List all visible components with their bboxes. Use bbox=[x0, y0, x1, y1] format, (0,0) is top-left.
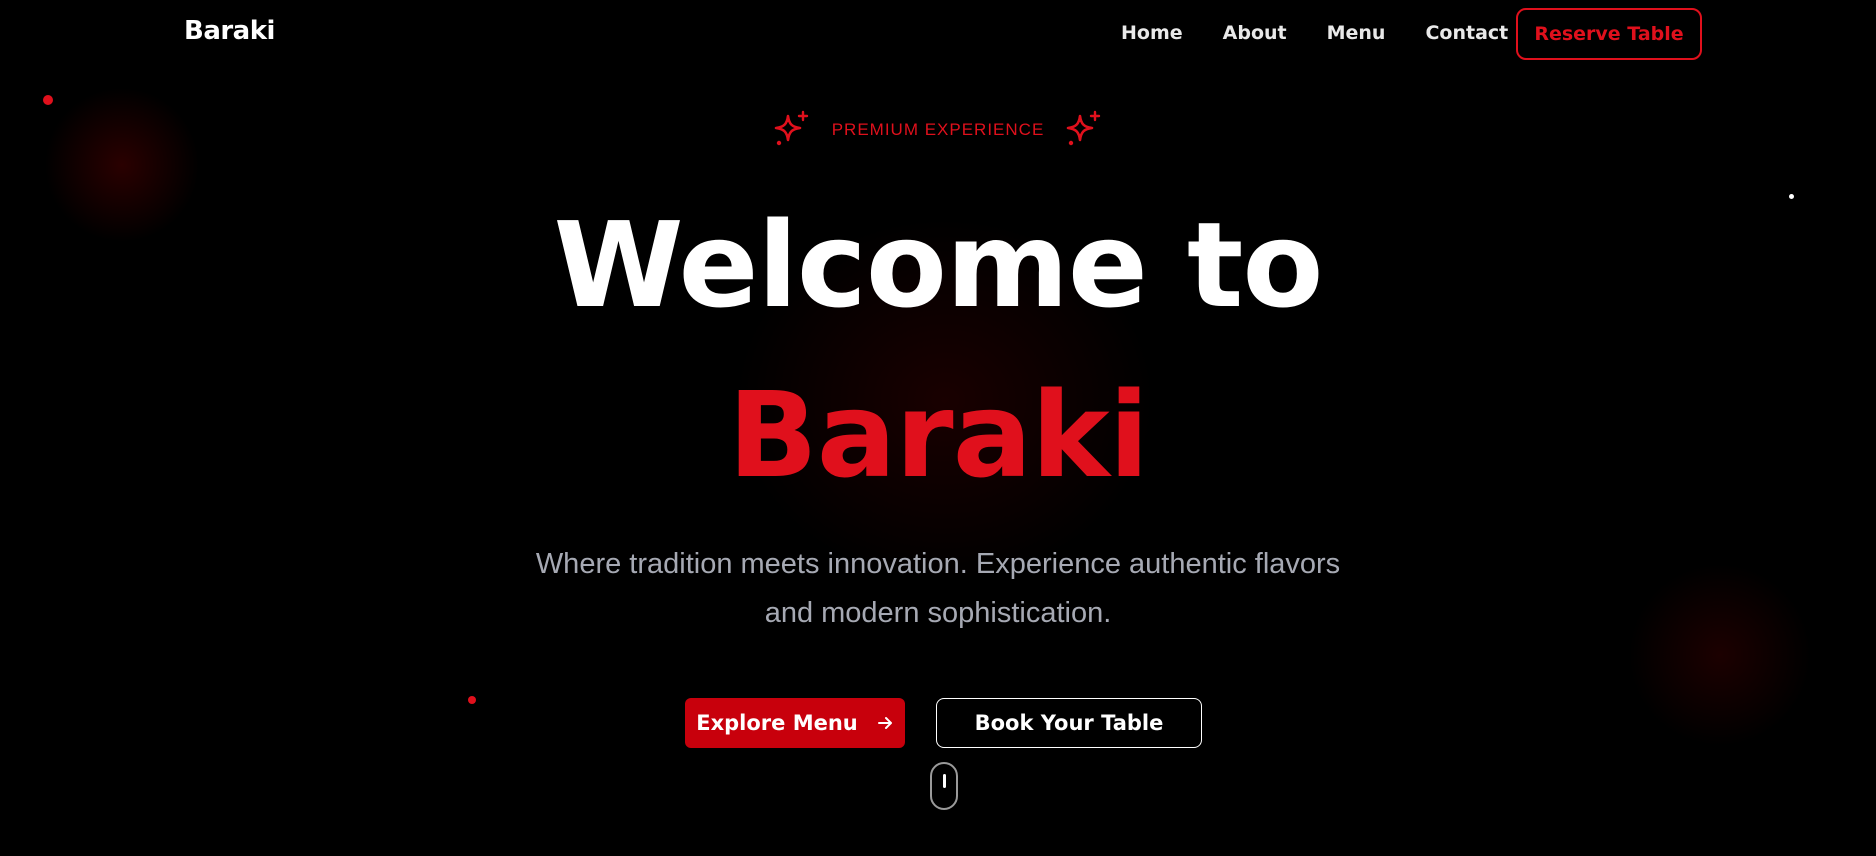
nav-link-home[interactable]: Home bbox=[1121, 22, 1183, 44]
reserve-table-button[interactable]: Reserve Table bbox=[1516, 8, 1702, 60]
nav-link-menu[interactable]: Menu bbox=[1327, 22, 1386, 44]
sparkles-icon bbox=[1064, 110, 1104, 150]
premium-badge: PREMIUM EXPERIENCE bbox=[0, 110, 1876, 150]
hero-page: Baraki Home About Menu Contact Reserve T… bbox=[0, 0, 1876, 856]
hero-brand-name: Baraki bbox=[727, 366, 1149, 504]
nav-link-contact[interactable]: Contact bbox=[1425, 22, 1508, 44]
explore-menu-label: Explore Menu bbox=[696, 711, 858, 735]
nav-link-about[interactable]: About bbox=[1223, 22, 1287, 44]
subtitle-line: and modern sophistication. bbox=[764, 597, 1112, 629]
explore-menu-button[interactable]: Explore Menu bbox=[685, 698, 905, 748]
nav-links: Home About Menu Contact bbox=[1121, 22, 1548, 44]
top-navigation: Baraki Home About Menu Contact Reserve T… bbox=[0, 0, 1876, 72]
scroll-wheel bbox=[943, 774, 946, 788]
hero-headline: Welcome to bbox=[553, 196, 1324, 334]
subtitle-line: Where tradition meets innovation. Experi… bbox=[535, 548, 1341, 580]
book-table-button[interactable]: Book Your Table bbox=[936, 698, 1202, 748]
hero-subtitle: Where tradition meets innovation. Experi… bbox=[0, 540, 1876, 638]
arrow-right-icon bbox=[876, 714, 894, 732]
badge-text: PREMIUM EXPERIENCE bbox=[831, 120, 1045, 139]
sparkles-icon bbox=[772, 110, 812, 150]
decorative-dot bbox=[468, 696, 476, 704]
site-logo[interactable]: Baraki bbox=[184, 16, 275, 46]
decorative-dot bbox=[43, 95, 53, 105]
mouse-scroll-icon[interactable] bbox=[930, 762, 958, 810]
